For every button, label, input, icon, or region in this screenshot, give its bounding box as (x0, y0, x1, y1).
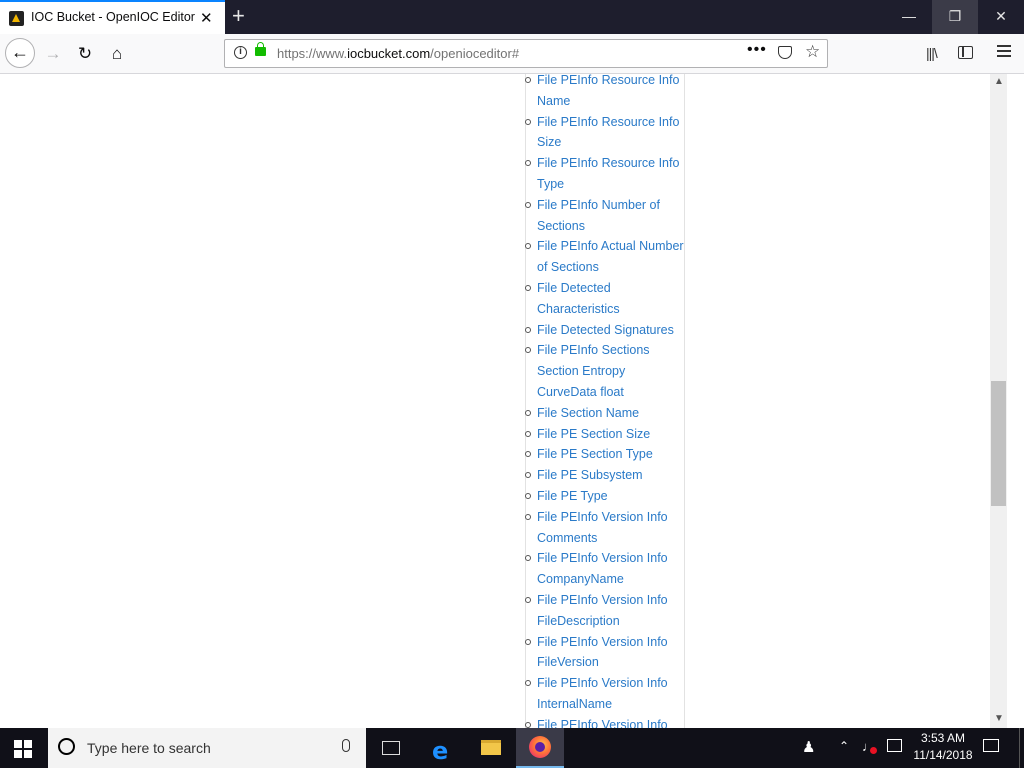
window-close-button[interactable]: ✕ (978, 0, 1024, 34)
tab-ioc-bucket[interactable]: IOC Bucket - OpenIOC Editor ✕ (0, 0, 225, 34)
window-minimize-button[interactable]: — (886, 0, 932, 34)
info-icon[interactable]: i (234, 46, 247, 59)
task-view-icon[interactable] (368, 728, 416, 768)
page-actions-button[interactable]: ••• (747, 41, 767, 59)
browser-titlebar: IOC Bucket - OpenIOC Editor ✕ + — ❐ ✕ (0, 0, 1024, 34)
ioc-term-item[interactable]: File PEInfo Actual Number of Sections (525, 236, 686, 278)
file-explorer-icon[interactable] (467, 728, 515, 768)
page-content: File PEInfo Resource Info Name File PEInf… (0, 74, 1007, 728)
secure-lock-icon (255, 42, 266, 56)
tab-close-icon[interactable]: ✕ (200, 9, 213, 27)
ioc-term-item[interactable]: File PEInfo Version Info InternalName (525, 673, 686, 715)
library-icon[interactable]: |||\ (926, 45, 938, 61)
ioc-term-item[interactable]: File PE Type (525, 486, 686, 507)
action-center-icon[interactable] (983, 739, 999, 752)
cortana-icon[interactable] (58, 738, 75, 755)
people-icon[interactable]: ♟ (802, 738, 815, 778)
network-icon[interactable] (887, 739, 902, 752)
clock-date: 11/14/2018 (913, 748, 973, 762)
forward-button[interactable]: → (39, 40, 67, 68)
ioc-term-item[interactable]: File PE Subsystem (525, 465, 686, 486)
browser-navbar: ← → ↻ ⌂ i https://www.iocbucket.com/open… (0, 34, 1024, 74)
ioc-term-list-panel: File PEInfo Resource Info Name File PEInf… (525, 74, 685, 728)
back-button[interactable]: ← (5, 38, 35, 68)
url-text[interactable]: https://www.iocbucket.com/openioceditor# (277, 46, 519, 61)
ioc-term-item[interactable]: File Detected Characteristics (525, 278, 686, 320)
show-hidden-icons-chevron-icon[interactable]: ⌃ (839, 739, 849, 779)
microphone-icon[interactable] (342, 739, 350, 752)
address-bar[interactable]: i https://www.iocbucket.com/openiocedito… (224, 39, 828, 68)
window-restore-button[interactable]: ❐ (932, 0, 978, 34)
ioc-term-item[interactable]: File PEInfo Resource Info Size (525, 112, 686, 154)
clock-time: 3:53 AM (920, 731, 966, 745)
windows-start-icon[interactable] (14, 740, 32, 758)
home-button[interactable]: ⌂ (103, 40, 131, 68)
sidebar-toggle-icon[interactable] (958, 46, 973, 59)
search-placeholder: Type here to search (87, 740, 211, 756)
ioc-term-item[interactable]: File PEInfo Version Info Comments (525, 507, 686, 549)
hamburger-menu-icon[interactable] (997, 45, 1011, 60)
volume-muted-icon[interactable]: ♩ (862, 739, 877, 779)
windows-taskbar: Type here to search e ♟ ⌃ ♩ 3:53 AM 11/1… (0, 728, 1024, 768)
ioc-term-item[interactable]: File PE Section Type (525, 444, 686, 465)
ioc-term-item[interactable]: File PEInfo Version Info FileVersion (525, 632, 686, 674)
taskbar-clock[interactable]: 3:53 AM 11/14/2018 (905, 730, 981, 770)
page-scrollbar[interactable]: ▲ ▼ (990, 74, 1007, 728)
reload-button[interactable]: ↻ (71, 40, 99, 68)
scroll-down-arrow-icon[interactable]: ▼ (994, 713, 1004, 724)
ioc-term-list: File PEInfo Resource Info Name File PEInf… (525, 74, 686, 728)
ioc-term-item[interactable]: File PEInfo Number of Sections (525, 195, 686, 237)
ioc-term-item[interactable]: File PEInfo Version Info FileDescription (525, 590, 686, 632)
ioc-term-item[interactable]: File Section Name (525, 403, 686, 424)
ioc-term-item[interactable]: File PEInfo Resource Info Type (525, 153, 686, 195)
edge-browser-icon[interactable]: e (419, 728, 467, 768)
bookmark-star-icon[interactable]: ☆ (805, 42, 820, 62)
scroll-thumb[interactable] (991, 381, 1006, 506)
firefox-icon[interactable] (516, 728, 564, 768)
new-tab-button[interactable]: + (232, 3, 245, 29)
ioc-term-item[interactable]: File PE Section Size (525, 424, 686, 445)
ioc-term-item[interactable]: File PEInfo Version Info (525, 715, 686, 728)
ioc-term-item[interactable]: File PEInfo Sections Section Entropy Cur… (525, 340, 686, 402)
pocket-icon[interactable] (778, 46, 792, 59)
show-desktop-button[interactable] (1019, 728, 1024, 768)
ioc-bucket-favicon-icon (9, 11, 24, 26)
ioc-term-item[interactable]: File Detected Signatures (525, 320, 686, 341)
tab-title: IOC Bucket - OpenIOC Editor (31, 10, 195, 24)
ioc-term-item[interactable]: File PEInfo Resource Info Name (525, 74, 686, 112)
taskbar-search-box[interactable]: Type here to search (48, 728, 366, 768)
scroll-up-arrow-icon[interactable]: ▲ (994, 76, 1004, 87)
ioc-term-item[interactable]: File PEInfo Version Info CompanyName (525, 548, 686, 590)
